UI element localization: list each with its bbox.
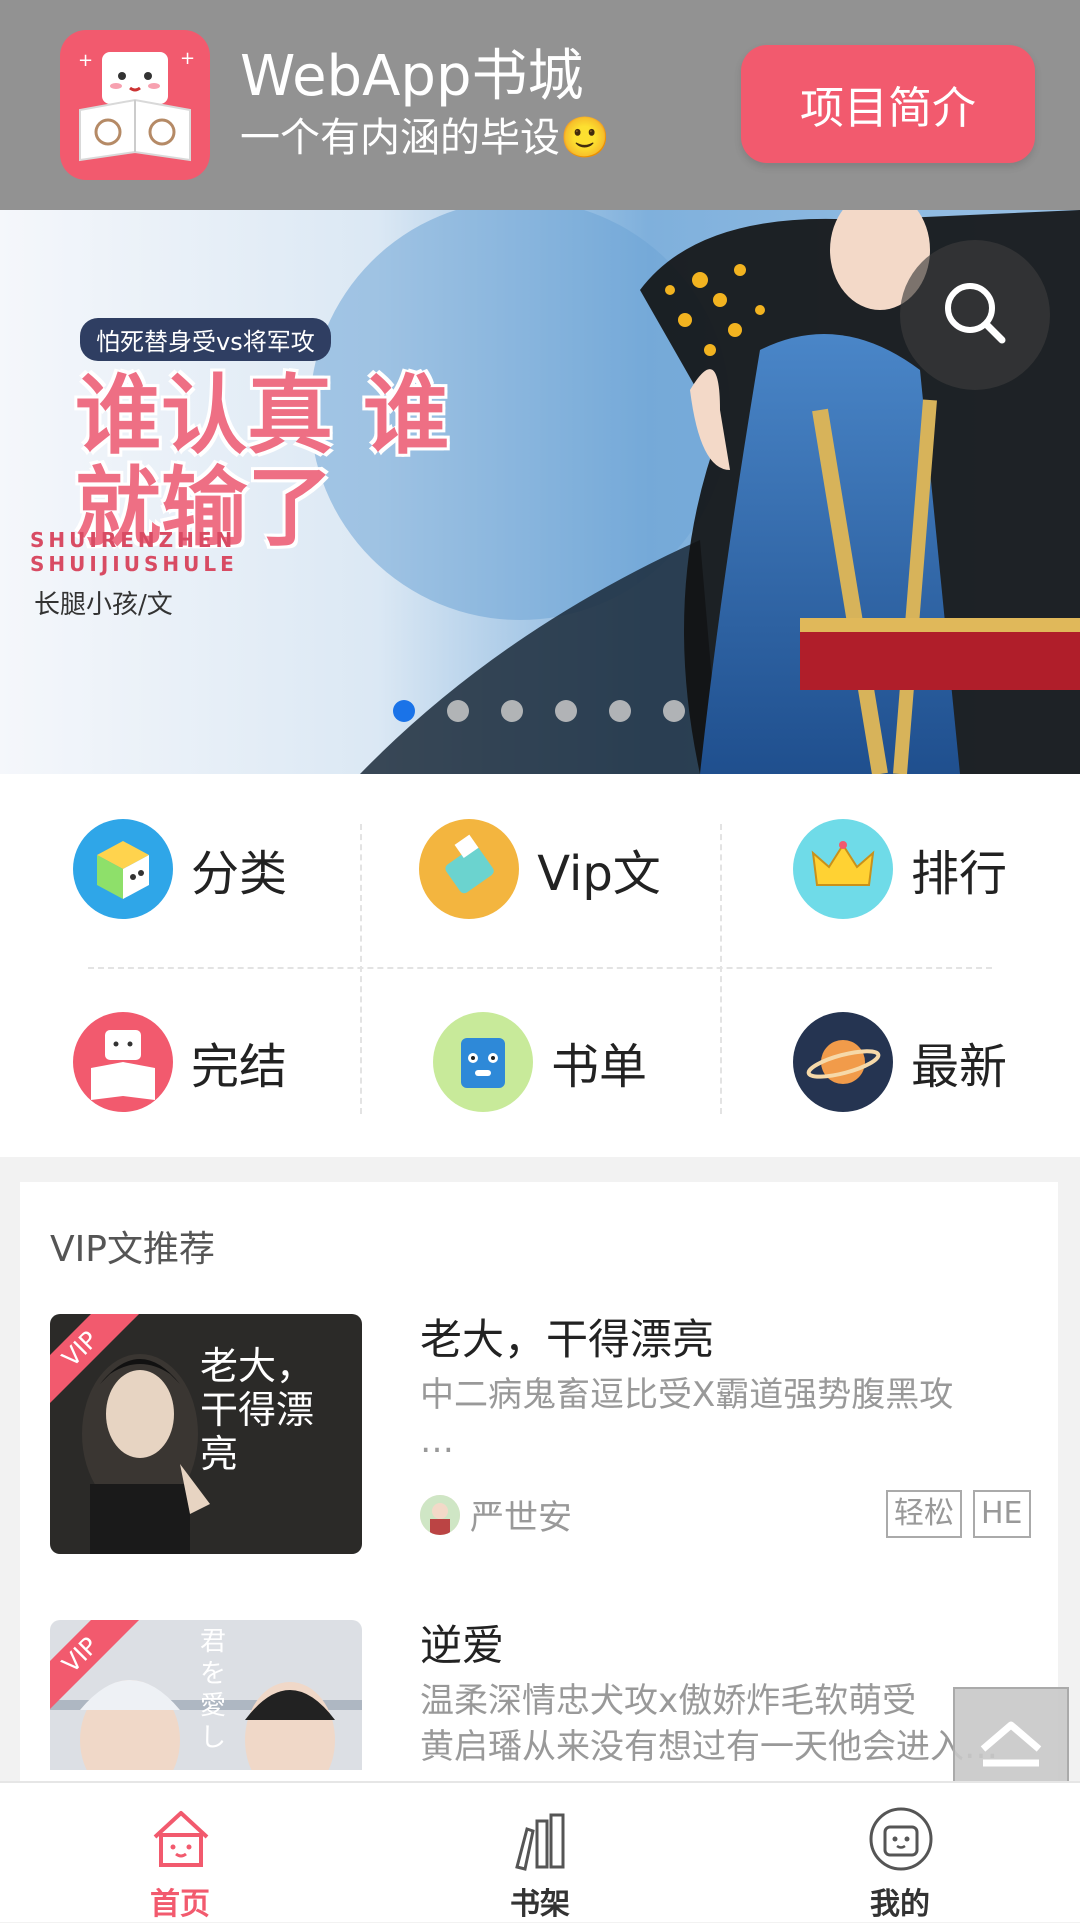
tab-label: 首页	[150, 1887, 210, 1922]
cube-icon	[72, 819, 173, 919]
category-label: 最新	[910, 1039, 1007, 1095]
category-classify[interactable]: 分类	[0, 774, 360, 964]
book-description-line: 温柔深情忠犬攻x傲娇炸毛软萌受	[420, 1681, 917, 1721]
svg-text:+: +	[78, 50, 93, 71]
cover-title: 老大，干得漂亮	[200, 1344, 315, 1476]
tab-label: 书架	[510, 1887, 570, 1922]
search-icon	[945, 283, 1006, 344]
book-author: 严世安	[420, 1490, 572, 1539]
category-completed[interactable]: 完结	[0, 967, 360, 1157]
category-grid: 分类 Vip文 排行 完结 书单 最新	[0, 774, 1080, 1157]
book-tag: HE	[973, 1490, 1031, 1538]
banner-title: 谁认真 谁就输了	[75, 365, 449, 558]
search-button[interactable]	[900, 240, 1050, 390]
promo-bar: + + WebApp书城 一个有内涵的毕设🙂 项目简介	[0, 0, 1080, 210]
category-booklist[interactable]: 书单	[360, 967, 720, 1157]
tab-home[interactable]: 首页	[0, 1783, 360, 1922]
author-name: 严世安	[470, 1498, 572, 1538]
svg-text:+: +	[180, 48, 195, 69]
crown-icon	[792, 819, 893, 919]
usb-drive-icon	[419, 819, 520, 919]
book-title[interactable]: 逆爱	[420, 1620, 504, 1673]
app-title: WebApp书城	[240, 44, 584, 109]
book-description-line: …	[420, 1421, 454, 1461]
carousel-dot[interactable]	[447, 700, 469, 722]
book-cover[interactable]: 君を愛し VIP	[50, 1620, 362, 1770]
home-icon	[153, 1811, 209, 1867]
book-description: 温柔深情忠犬攻x傲娇炸毛软萌受 黄启璠从来没有想过有一天他会进入…	[420, 1678, 1020, 1770]
carousel-dot[interactable]	[393, 700, 415, 722]
cover-title: 君を愛し	[200, 1627, 227, 1753]
tab-bookshelf[interactable]: 书架	[360, 1783, 720, 1922]
carousel-dot[interactable]	[501, 700, 523, 722]
category-vip[interactable]: Vip文	[360, 774, 720, 964]
app-logo: + +	[60, 30, 210, 180]
book-title[interactable]: 老大，干得漂亮	[420, 1306, 714, 1367]
tab-profile[interactable]: 我的	[720, 1783, 1080, 1922]
carousel-dot[interactable]	[663, 700, 685, 722]
bookshelf-icon	[515, 1813, 565, 1871]
bottom-tab-bar: 首页 书架 我的	[0, 1781, 1080, 1922]
carousel-dot[interactable]	[609, 700, 631, 722]
project-intro-button[interactable]: 项目简介	[741, 45, 1035, 163]
planet-icon	[792, 1012, 893, 1112]
vip-recommend-section: VIP文推荐 老大，干得漂亮 VIP 老大，干得漂亮 中二病鬼畜逗比受X霸道强势…	[20, 1182, 1058, 1782]
app-subtitle: 一个有内涵的毕设🙂	[240, 115, 610, 161]
category-latest[interactable]: 最新	[720, 967, 1080, 1157]
bookstore-mascot-icon	[72, 1012, 173, 1112]
book-cover[interactable]: 老大，干得漂亮 VIP	[50, 1314, 362, 1554]
book-description-line: 中二病鬼畜逗比受X霸道强势腹黑攻	[420, 1375, 954, 1415]
book-tag: 轻松	[886, 1490, 962, 1538]
category-ranking[interactable]: 排行	[720, 774, 1080, 964]
banner-pinyin: SHUIRENZHEN SHUIJIUSHULE	[30, 528, 238, 576]
book-item[interactable]: 老大，干得漂亮 VIP 老大，干得漂亮 中二病鬼畜逗比受X霸道强势腹黑攻 … 严…	[50, 1314, 1031, 1554]
category-label: Vip文	[537, 846, 661, 902]
book-item[interactable]: 君を愛し VIP 逆爱 温柔深情忠犬攻x傲娇炸毛软萌受 黄启璠从来没有想过有一天…	[50, 1620, 1030, 1770]
banner-author: 长腿小孩/文	[34, 590, 173, 620]
category-label: 分类	[190, 846, 287, 902]
category-label: 排行	[910, 846, 1007, 902]
carousel-indicator	[0, 700, 1080, 722]
category-label: 书单	[550, 1039, 647, 1095]
section-title: VIP文推荐	[50, 1229, 215, 1270]
category-label: 完结	[190, 1039, 287, 1095]
book-description: 中二病鬼畜逗比受X霸道强势腹黑攻 …	[420, 1372, 1020, 1464]
banner-tag: 怕死替身受vs将军攻	[80, 318, 331, 361]
profile-icon	[869, 1807, 933, 1871]
blue-book-monster-icon	[432, 1012, 533, 1112]
tab-label: 我的	[870, 1887, 930, 1922]
book-description-line: 黄启璠从来没有想过有一天他会进入…	[420, 1727, 998, 1767]
author-avatar	[420, 1494, 460, 1535]
carousel-dot[interactable]	[555, 700, 577, 722]
